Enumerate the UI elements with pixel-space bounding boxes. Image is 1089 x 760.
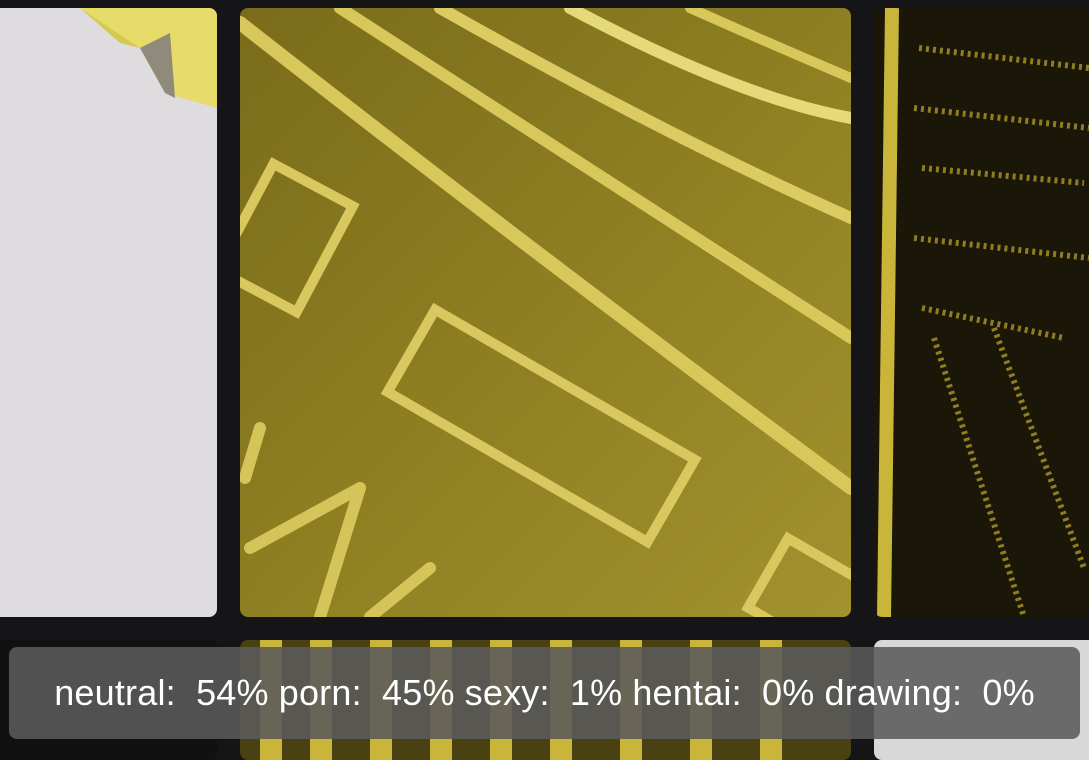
classification-label: porn (278, 672, 352, 713)
classification-label: drawing (824, 672, 952, 713)
classification-label: neutral (54, 672, 166, 713)
classification-label: hentai (632, 672, 732, 713)
classification-hentai: hentai: 0% (632, 672, 815, 713)
classification-neutral: neutral: 54% (54, 672, 269, 713)
classification-porn: porn: 45% (278, 672, 455, 713)
classification-value: 0% (982, 672, 1035, 713)
classification-sexy: sexy: 1% (464, 672, 623, 713)
classification-value: 54% (196, 672, 269, 713)
gallery-tile-2[interactable] (240, 8, 851, 617)
classification-value: 45% (382, 672, 455, 713)
gallery-tile-3[interactable] (874, 8, 1089, 617)
gallery-tile-1[interactable] (0, 8, 217, 617)
classification-value: 0% (762, 672, 815, 713)
classification-value: 1% (569, 672, 623, 713)
image-gallery: neutral: 54% porn: 45% sexy: 1% hentai: … (0, 0, 1089, 760)
classification-drawing: drawing: 0% (824, 672, 1035, 713)
classification-label: sexy (464, 672, 540, 713)
classification-overlay: neutral: 54% porn: 45% sexy: 1% hentai: … (9, 647, 1080, 739)
